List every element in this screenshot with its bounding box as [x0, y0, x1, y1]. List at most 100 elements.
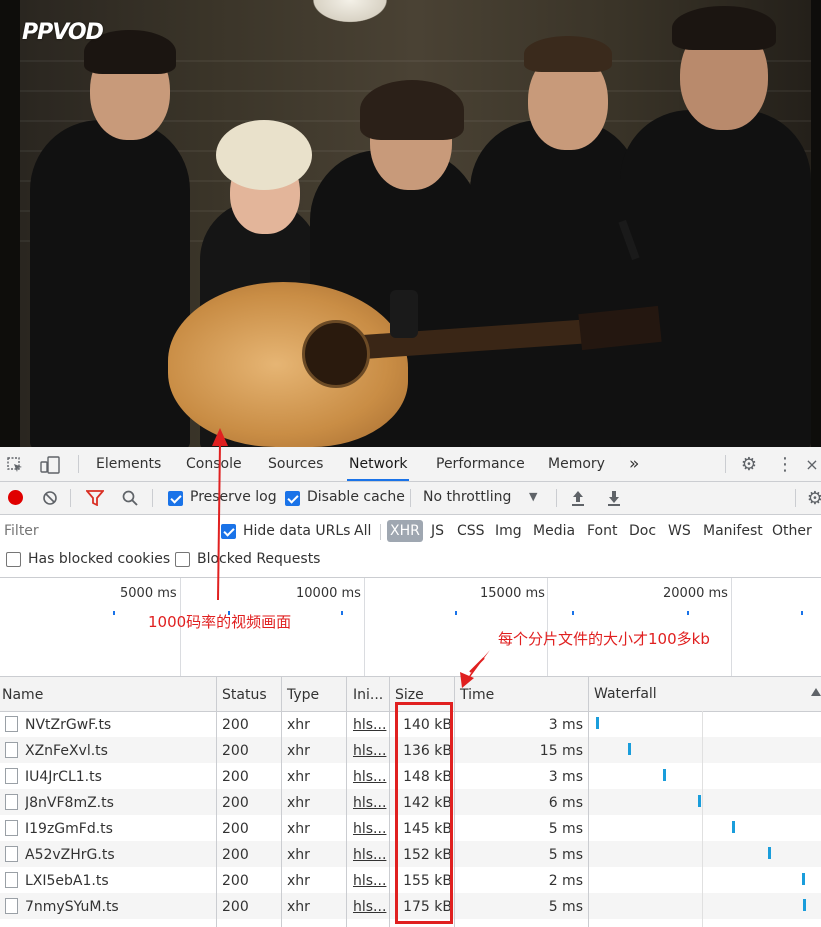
tab-sources[interactable]: Sources: [266, 447, 325, 481]
type-filter-other[interactable]: Other: [769, 520, 815, 542]
waterfall-bar: [698, 795, 701, 807]
tab-elements[interactable]: Elements: [94, 447, 163, 481]
cell-initiator[interactable]: hls...: [353, 789, 387, 815]
type-filter-media[interactable]: Media: [530, 520, 578, 542]
cell-time: 5 ms: [548, 847, 583, 863]
overview-tick-label: 20000 ms: [663, 586, 728, 601]
column-header-waterfall[interactable]: Waterfall: [594, 677, 657, 711]
preserve-log-checkbox[interactable]: [168, 491, 183, 506]
cell-type: xhr: [287, 769, 310, 785]
column-header-type[interactable]: Type: [287, 677, 319, 711]
device-toolbar-icon[interactable]: [38, 455, 62, 475]
type-filter-manifest[interactable]: Manifest: [700, 520, 766, 542]
cell-time: 5 ms: [548, 899, 583, 915]
cell-status: 200: [222, 769, 249, 785]
blocked-requests-checkbox[interactable]: [175, 552, 190, 567]
file-icon: [5, 742, 18, 758]
filter-input[interactable]: [2, 519, 204, 543]
cell-status: 200: [222, 821, 249, 837]
more-options-icon[interactable]: ⋮: [775, 454, 795, 475]
clear-icon[interactable]: [40, 488, 60, 508]
overview-request-mark: [572, 611, 574, 615]
cell-type: xhr: [287, 717, 310, 733]
type-filter-ws[interactable]: WS: [665, 520, 694, 542]
more-tabs-button[interactable]: »: [627, 447, 641, 481]
cell-type: xhr: [287, 847, 310, 863]
cell-time: 3 ms: [548, 717, 583, 733]
inspect-element-icon[interactable]: [5, 455, 25, 475]
type-filter-font[interactable]: Font: [584, 520, 620, 542]
cell-initiator[interactable]: hls...: [353, 815, 387, 841]
has-blocked-cookies-checkbox[interactable]: [6, 552, 21, 567]
column-header-time[interactable]: Time: [460, 677, 494, 711]
type-filter-js[interactable]: JS: [428, 520, 447, 542]
cell-initiator[interactable]: hls...: [353, 893, 387, 919]
cell-initiator[interactable]: hls...: [353, 841, 387, 867]
tab-memory[interactable]: Memory: [546, 447, 607, 481]
dropdown-arrow-icon: ▼: [529, 490, 538, 503]
file-icon: [5, 820, 18, 836]
file-icon: [5, 794, 18, 810]
cell-name: 7nmySYuM.ts: [25, 899, 119, 915]
tab-console[interactable]: Console: [184, 447, 244, 481]
throttling-value: No throttling: [423, 489, 512, 505]
throttling-select[interactable]: No throttling ▼: [420, 482, 545, 514]
type-filter-doc[interactable]: Doc: [626, 520, 659, 542]
tab-network[interactable]: Network: [347, 447, 410, 481]
size-highlight-box: [395, 702, 453, 924]
cell-name: NVtZrGwF.ts: [25, 717, 112, 733]
file-icon: [5, 846, 18, 862]
cell-time: 2 ms: [548, 873, 583, 889]
filter-funnel-icon[interactable]: [85, 488, 105, 508]
video-annotation-text: 1000码率的视频画面: [148, 613, 292, 631]
column-header-initiator[interactable]: Ini...: [353, 677, 383, 711]
type-filter-css[interactable]: CSS: [454, 520, 488, 542]
filter-bar: Hide data URLs All XHR JS CSS Img Media …: [0, 515, 821, 578]
type-filter-xhr[interactable]: XHR: [387, 520, 423, 542]
waterfall-bar: [663, 769, 666, 781]
cell-initiator[interactable]: hls...: [353, 737, 387, 763]
column-header-status[interactable]: Status: [222, 677, 267, 711]
overview-request-mark: [687, 611, 689, 615]
file-icon: [5, 872, 18, 888]
blocked-requests-label: Blocked Requests: [197, 551, 321, 567]
waterfall-bar: [732, 821, 735, 833]
tab-performance[interactable]: Performance: [434, 447, 527, 481]
waterfall-bar: [802, 873, 805, 885]
overview-tick-label: 15000 ms: [480, 586, 545, 601]
settings-gear-icon[interactable]: ⚙: [738, 454, 760, 475]
hide-data-urls-checkbox[interactable]: [221, 524, 236, 539]
cell-status: 200: [222, 717, 249, 733]
column-header-name[interactable]: Name: [2, 677, 43, 711]
cell-name: LXI5ebA1.ts: [25, 873, 109, 889]
type-filter-img[interactable]: Img: [492, 520, 525, 542]
ppvod-logo: PPVOD: [22, 20, 104, 45]
waterfall-bar: [768, 847, 771, 859]
search-icon[interactable]: [120, 488, 140, 508]
hide-data-urls-label: Hide data URLs: [243, 523, 351, 539]
network-settings-gear-icon[interactable]: ⚙: [806, 487, 821, 509]
export-har-icon[interactable]: [604, 488, 624, 508]
preserve-log-label: Preserve log: [190, 489, 277, 505]
file-icon: [5, 716, 18, 732]
import-har-icon[interactable]: [568, 488, 588, 508]
cell-time: 6 ms: [548, 795, 583, 811]
overview-tick-label: 10000 ms: [296, 586, 361, 601]
overview-request-mark: [455, 611, 457, 615]
cell-initiator[interactable]: hls...: [353, 711, 387, 737]
disable-cache-checkbox[interactable]: [285, 491, 300, 506]
video-player[interactable]: PPVOD: [0, 0, 821, 447]
record-button[interactable]: [8, 490, 23, 505]
waterfall-bar: [596, 717, 599, 729]
cell-initiator[interactable]: hls...: [353, 867, 387, 893]
cell-name: A52vZHrG.ts: [25, 847, 115, 863]
overview-tick-label: 5000 ms: [120, 586, 177, 601]
cell-initiator[interactable]: hls...: [353, 763, 387, 789]
cell-time: 15 ms: [539, 743, 583, 759]
sort-ascending-icon[interactable]: [811, 688, 821, 696]
cell-time: 5 ms: [548, 821, 583, 837]
cell-time: 3 ms: [548, 769, 583, 785]
type-filter-all[interactable]: All: [351, 520, 374, 542]
file-icon: [5, 768, 18, 784]
close-icon[interactable]: ×: [804, 454, 820, 474]
